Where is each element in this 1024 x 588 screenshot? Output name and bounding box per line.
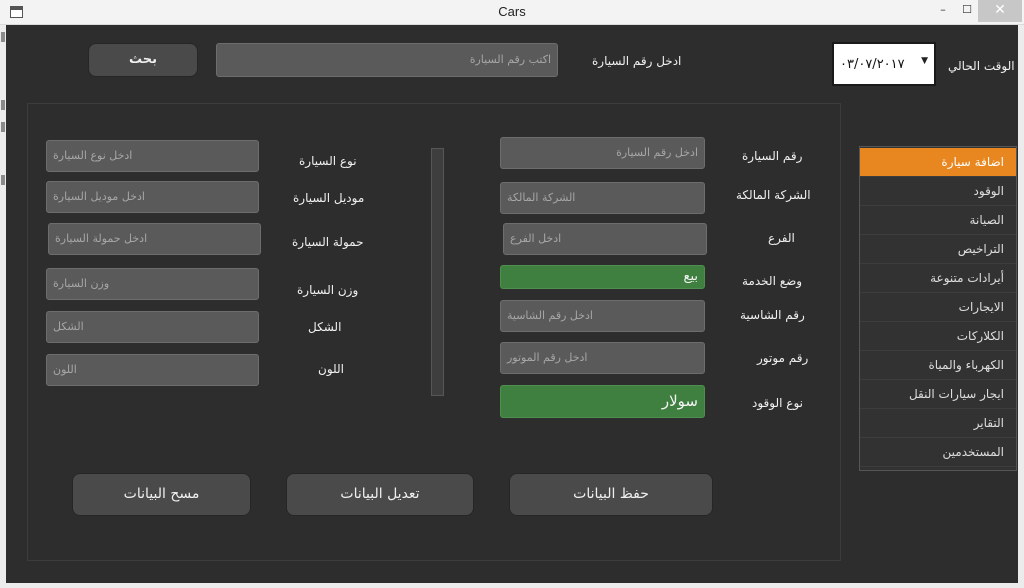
clear-data-button[interactable]: مسح البيانات xyxy=(72,473,251,516)
fuel-type-select[interactable]: سولار xyxy=(500,385,705,418)
car-model-input[interactable]: ادخل موديل السيارة xyxy=(46,181,259,213)
vertical-scrollbar[interactable] xyxy=(431,148,444,396)
chevron-down-icon: ▼ xyxy=(921,56,928,66)
motor-number-input[interactable]: ادخل رقم الموتور xyxy=(500,342,705,374)
shape-input[interactable]: الشكل xyxy=(46,311,259,343)
chassis-number-input[interactable]: ادخل رقم الشاسية xyxy=(500,300,705,332)
car-model-label: موديل السيارة xyxy=(293,191,365,205)
menu-item-clerks[interactable]: الكلاركات xyxy=(860,322,1016,351)
fuel-type-label: نوع الوقود xyxy=(752,396,803,410)
current-time-label: الوقت الحالي xyxy=(948,59,1015,73)
menu-item-rentals[interactable]: الايجارات xyxy=(860,293,1016,322)
save-data-button[interactable]: حفظ البيانات xyxy=(509,473,713,516)
car-weight-input[interactable]: وزن السيارة xyxy=(46,268,259,300)
shape-label: الشكل xyxy=(308,320,342,334)
motor-number-label: رقم موتور xyxy=(757,351,809,365)
menu-item-fuel[interactable]: الوقود xyxy=(860,177,1016,206)
car-number-input[interactable]: ادخل رقم السيارة xyxy=(500,137,705,169)
menu-item-add-car[interactable]: اضافة سيارة xyxy=(860,148,1016,177)
date-value: ٠٣/٠٧/٢٠١٧ xyxy=(840,57,905,72)
search-input[interactable]: اكتب رقم السيارة xyxy=(216,43,558,77)
car-type-input[interactable]: ادخل نوع السيارة xyxy=(46,140,259,172)
car-number-label: رقم السيارة xyxy=(742,149,803,163)
branch-label: الفرع xyxy=(768,231,795,245)
bottom-edge xyxy=(0,583,1024,588)
window-titlebar: Cars – ☐ ✕ xyxy=(0,0,1024,25)
branch-input[interactable]: ادخل الفرع xyxy=(503,223,707,255)
side-menu: اضافة سيارة الوقود الصيانة التراخيص أيرا… xyxy=(859,146,1017,471)
close-button[interactable]: ✕ xyxy=(978,0,1022,22)
window-title: Cars xyxy=(498,4,526,19)
maximize-button[interactable]: ☐ xyxy=(954,0,980,22)
menu-item-transport-rental[interactable]: ايجار سيارات النقل xyxy=(860,380,1016,409)
car-load-label: حمولة السيارة xyxy=(292,235,364,249)
menu-item-misc-revenue[interactable]: أيرادات متنوعة xyxy=(860,264,1016,293)
car-type-label: نوع السيارة xyxy=(299,154,357,168)
menu-item-licenses[interactable]: التراخيص xyxy=(860,235,1016,264)
owner-company-input[interactable]: الشركة المالكة xyxy=(500,182,705,214)
date-select[interactable]: ٠٣/٠٧/٢٠١٧ ▼ xyxy=(832,42,936,86)
color-label: اللون xyxy=(318,362,344,376)
chassis-number-label: رقم الشاسية xyxy=(740,308,805,322)
car-load-input[interactable]: ادخل حمولة السيارة xyxy=(48,223,261,255)
right-edge xyxy=(1018,25,1024,583)
color-input[interactable]: اللون xyxy=(46,354,259,386)
service-status-label: وضع الخدمة xyxy=(742,274,803,288)
menu-item-electricity-water[interactable]: الكهرباء والمياة xyxy=(860,351,1016,380)
search-button[interactable]: بحث xyxy=(88,43,198,77)
menu-item-users[interactable]: المستخدمين xyxy=(860,438,1016,467)
edit-data-button[interactable]: تعديل البيانات xyxy=(286,473,474,516)
car-weight-label: وزن السيارة xyxy=(297,283,359,297)
minimize-button[interactable]: – xyxy=(930,0,956,22)
menu-item-maintenance[interactable]: الصيانة xyxy=(860,206,1016,235)
menu-item-reports[interactable]: التقاير xyxy=(860,409,1016,438)
service-status-select[interactable]: بيع xyxy=(500,265,705,289)
search-label: ادخل رقم السيارة xyxy=(592,54,682,68)
owner-company-label: الشركة المالكة xyxy=(736,188,811,202)
